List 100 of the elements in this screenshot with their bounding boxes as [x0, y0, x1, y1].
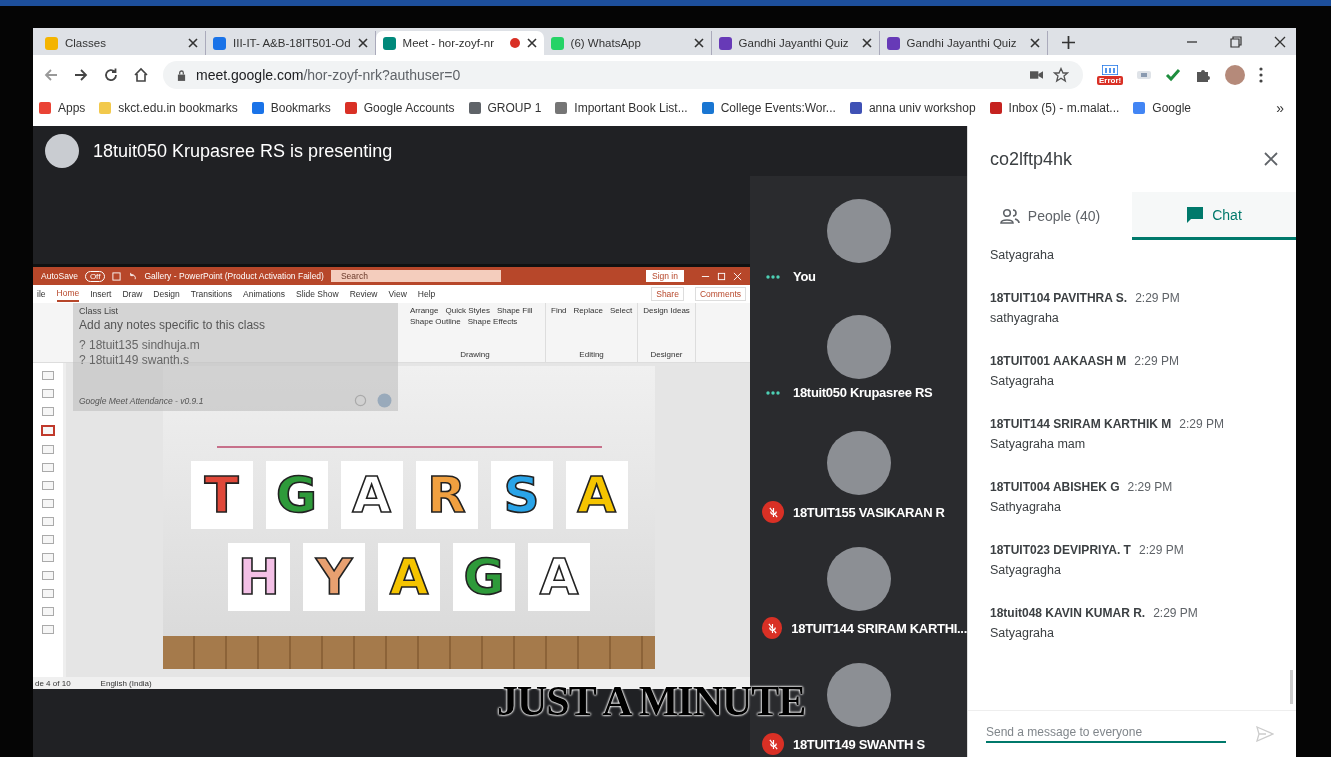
message-time: 2:29 PM	[1138, 543, 1184, 557]
slide-thumbnail[interactable]	[42, 499, 54, 508]
browser-tab[interactable]: (6) WhatsApp	[543, 31, 712, 55]
ribbon-command[interactable]: Find	[551, 306, 567, 315]
slide-thumbnail[interactable]	[42, 371, 54, 380]
maximize-icon[interactable]	[717, 271, 726, 281]
close-icon[interactable]	[1274, 36, 1286, 48]
share-button[interactable]: Share	[651, 287, 684, 301]
ribbon-tab[interactable]: Review	[349, 287, 378, 301]
restore-icon[interactable]	[1230, 36, 1242, 48]
slide-thumbnail[interactable]	[42, 481, 54, 490]
slide-thumbnail[interactable]	[42, 517, 54, 526]
slide-thumbnail[interactable]	[42, 463, 54, 472]
address-bar[interactable]: meet.google.com/hor-zoyf-nrk?authuser=0	[163, 61, 1083, 89]
bookmark-link[interactable]: skct.edu.in bookmarks	[99, 100, 238, 115]
browser-tab[interactable]: III-IT- A&B-18IT501-Od	[206, 31, 376, 55]
ribbon-tab[interactable]: ile	[37, 287, 46, 301]
presenter-label: 18tuit050 Krupasree RS is presenting	[93, 140, 393, 162]
ribbon-tab[interactable]: Insert	[90, 287, 112, 301]
more-bookmarks-button[interactable]: »	[1276, 99, 1290, 116]
puzzle-icon[interactable]	[1195, 67, 1212, 83]
forward-icon[interactable]	[73, 67, 89, 83]
star-icon[interactable]	[1053, 67, 1069, 83]
notes-field[interactable]: Add any notes specific to this class	[79, 318, 392, 332]
people-icon	[999, 208, 1020, 224]
save-icon[interactable]	[112, 271, 122, 281]
close-icon[interactable]	[357, 38, 368, 48]
ribbon-command[interactable]: Quick Styles	[445, 306, 490, 315]
ribbon-tab[interactable]: Draw	[122, 287, 143, 301]
checkmark-icon[interactable]	[1165, 67, 1182, 83]
ribbon-tab[interactable]: Design	[153, 287, 180, 301]
message-time: 2:29 PM	[1135, 291, 1180, 305]
panel-tab[interactable]: People (40)	[968, 192, 1132, 240]
comments-button[interactable]: Comments	[694, 287, 746, 301]
slide-thumbnail[interactable]	[42, 389, 54, 398]
new-tab-icon[interactable]	[1061, 36, 1075, 49]
slide-thumbnail[interactable]	[42, 535, 54, 544]
browser-tab[interactable]: Meet - hor-zoyf-nr	[375, 31, 544, 55]
slide-thumbnail[interactable]	[42, 589, 54, 598]
participant-name: 18tuit050 Krupasree RS	[793, 385, 933, 400]
participant-name: 18TUIT144 SRIRAM KARTHI...	[791, 620, 967, 636]
slide-thumbnail[interactable]	[42, 553, 54, 562]
slide-thumbnail[interactable]	[42, 571, 54, 580]
close-icon[interactable]	[1029, 38, 1040, 48]
ribbon-command[interactable]: Shape Fill	[496, 306, 533, 315]
ribbon-command[interactable]: Design Ideas	[643, 306, 690, 315]
browser-tab[interactable]: Classes	[38, 31, 206, 55]
close-icon[interactable]	[693, 38, 704, 48]
bookmark-link[interactable]: Important Book List...	[555, 100, 688, 115]
reload-icon[interactable]	[103, 67, 119, 83]
bookmark-link[interactable]: Bookmarks	[251, 100, 331, 115]
ribbon-command[interactable]: Shape Outline	[410, 317, 461, 326]
slide-thumbnail[interactable]	[42, 625, 54, 634]
browser-tab[interactable]: Gandhi Jayanthi Quiz	[879, 31, 1048, 55]
ribbon-command[interactable]: Replace	[573, 306, 603, 315]
menu-icon[interactable]	[1259, 67, 1264, 83]
close-icon[interactable]	[1264, 152, 1278, 166]
participant-name: 18TUIT149 SWANTH S	[793, 736, 925, 752]
back-icon[interactable]	[43, 67, 59, 83]
slide-thumbnail[interactable]	[42, 407, 54, 416]
ribbon-tab[interactable]: Transitions	[190, 287, 233, 301]
bookmark-link[interactable]: GROUP 1	[468, 100, 542, 115]
ribbon-tab[interactable]: Animations	[243, 287, 286, 301]
bookmark-link[interactable]: Google	[1133, 100, 1191, 115]
home-icon[interactable]	[133, 67, 149, 83]
ribbon-command[interactable]: Shape Effects	[467, 317, 518, 326]
ribbon-command[interactable]: Select	[609, 306, 633, 315]
bookmark-link[interactable]: Google Accounts	[344, 100, 455, 115]
camera-icon[interactable]	[1030, 70, 1043, 80]
error-badge: Error!	[1097, 76, 1124, 85]
bookmark-link[interactable]: anna univ workshop	[849, 100, 976, 115]
extension-icon[interactable]	[1137, 70, 1152, 80]
letter-tile: A	[340, 461, 403, 529]
absent-student: ? 18tuit149 swanth.s	[79, 353, 191, 368]
panel-tab[interactable]: Chat	[1132, 192, 1296, 240]
ribbon-command[interactable]: Arrange	[410, 306, 439, 315]
autosave-label: AutoSave	[41, 271, 78, 281]
ribbon-tab[interactable]: View	[388, 287, 407, 301]
sign-in-button[interactable]: Sign in	[646, 270, 684, 282]
caption-text: JUST A MINUTE	[497, 680, 806, 722]
bookmark-link[interactable]: Inbox (5) - m.malat...	[989, 100, 1120, 115]
close-icon[interactable]	[526, 38, 537, 48]
scrollbar-thumb[interactable]	[1290, 670, 1293, 704]
ribbon-tab[interactable]: Slide Show	[296, 287, 339, 301]
letter-tile: A	[378, 543, 440, 611]
close-icon[interactable]	[861, 38, 872, 48]
slide-thumbnail[interactable]	[41, 425, 55, 436]
message-input[interactable]: Send a message to everyone	[986, 725, 1226, 743]
undo-icon[interactable]	[128, 271, 138, 281]
search-field[interactable]: Search	[330, 270, 501, 282]
profile-avatar[interactable]	[1225, 65, 1246, 85]
close-icon[interactable]	[188, 38, 198, 48]
ribbon-tab[interactable]: Help	[417, 287, 436, 301]
bookmark-link[interactable]: College Events:Wor...	[701, 100, 836, 115]
slide-thumbnail[interactable]	[42, 607, 54, 616]
bookmark-link[interactable]: Apps	[39, 100, 86, 115]
participant-name: 18TUIT155 VASIKARAN R	[793, 504, 945, 520]
slide-thumbnail[interactable]	[42, 445, 54, 454]
browser-tab[interactable]: Gandhi Jayanthi Quiz	[711, 31, 880, 55]
extension-icon[interactable]	[1102, 65, 1119, 75]
